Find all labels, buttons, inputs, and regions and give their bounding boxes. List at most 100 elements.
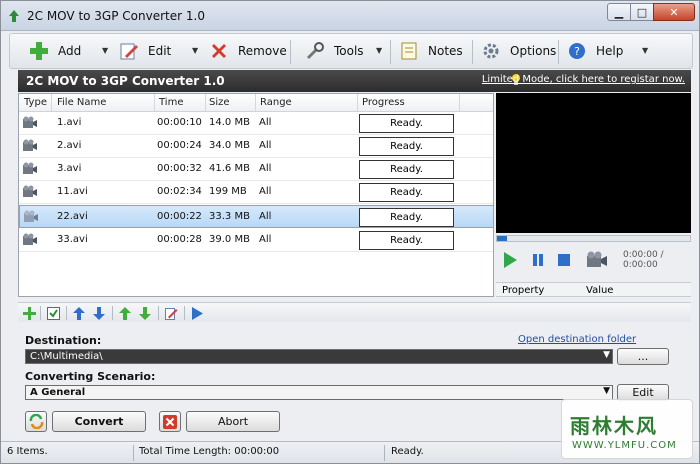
toolbar-separator	[558, 40, 559, 64]
video-file-icon	[23, 185, 37, 197]
edit-file-button[interactable]	[164, 306, 178, 320]
column-divider	[154, 94, 155, 112]
add-icon	[28, 40, 50, 62]
edit-icon	[118, 40, 140, 62]
remove-button[interactable]: Remove	[208, 36, 287, 66]
stop-button[interactable]	[555, 251, 573, 269]
add-dropdown-icon[interactable]: ▼	[102, 46, 108, 55]
toolbar-separator	[112, 306, 113, 320]
chevron-down-icon[interactable]: ▼	[603, 350, 610, 360]
move-top-button[interactable]	[72, 306, 86, 320]
column-header-progress[interactable]: Progress	[362, 97, 405, 108]
column-header-file-name[interactable]: File Name	[57, 97, 106, 108]
file-time: 00:00:24	[157, 140, 202, 151]
list-toolbar	[18, 302, 691, 322]
file-range: All	[259, 117, 272, 128]
tools-button[interactable]: Tools ▼	[304, 36, 382, 66]
toolbar-separator	[390, 40, 391, 64]
video-file-icon	[23, 139, 37, 151]
abort-button[interactable]: Abort	[186, 411, 280, 432]
toolbar-separator	[66, 306, 67, 320]
table-row[interactable]: 33.avi 00:00:28 39.0 MB All Ready.	[19, 229, 493, 252]
help-dropdown-icon[interactable]: ▼	[642, 46, 648, 55]
scenario-combo[interactable]: A General ▼	[25, 385, 613, 400]
add-file-button[interactable]	[22, 306, 36, 320]
move-bottom-button[interactable]	[92, 306, 106, 320]
file-size: 33.3 MB	[209, 211, 250, 222]
help-label: Help	[596, 44, 624, 58]
table-header: Type File Name Time Size Range Progress	[19, 94, 493, 112]
arrow-up-green-icon	[119, 306, 131, 320]
edit-button[interactable]: Edit ▼	[118, 36, 198, 66]
column-header-range[interactable]: Range	[260, 97, 292, 108]
toolbar-separator	[472, 40, 473, 64]
video-file-icon	[24, 210, 38, 222]
table-row-selected[interactable]: 22.avi 00:00:22 33.3 MB All Ready.	[19, 205, 493, 228]
open-destination-link[interactable]: Open destination folder	[518, 334, 636, 345]
convert-button[interactable]: Convert	[52, 411, 146, 432]
file-name: 1.avi	[57, 117, 82, 128]
table-row[interactable]: 2.avi 00:00:24 34.0 MB All Ready.	[19, 135, 493, 158]
minimize-button[interactable]: ▁	[607, 3, 631, 21]
file-range: All	[259, 140, 272, 151]
notes-button[interactable]: Notes	[398, 36, 463, 66]
video-camera-icon	[587, 251, 607, 267]
pause-button[interactable]	[529, 251, 547, 269]
watermark-url: WWW.YLMFU.COM	[572, 440, 677, 451]
maximize-button[interactable]: □	[630, 3, 654, 21]
file-range: All	[259, 186, 272, 197]
column-header-size[interactable]: Size	[209, 97, 230, 108]
file-name: 33.avi	[57, 234, 88, 245]
play-file-button[interactable]	[190, 306, 204, 320]
column-divider	[255, 94, 256, 112]
stop-icon	[558, 254, 570, 266]
app-window: 2C MOV to 3GP Converter 1.0 ▁ □ ✕ Add ▼ …	[0, 0, 700, 464]
progress-cell: Ready.	[359, 208, 454, 227]
column-header-type[interactable]: Type	[24, 97, 47, 108]
status-state: Ready.	[391, 446, 424, 457]
play-button[interactable]	[501, 251, 519, 269]
column-divider	[51, 94, 52, 112]
progress-cell: Ready.	[359, 137, 454, 156]
column-divider	[459, 94, 460, 112]
file-size: 41.6 MB	[209, 163, 250, 174]
file-time: 00:00:32	[157, 163, 202, 174]
register-link[interactable]: Limited Mode, click here to registar now…	[482, 74, 685, 85]
abort-icon-button[interactable]	[159, 411, 181, 432]
toolbar-separator	[290, 40, 291, 64]
column-header-time[interactable]: Time	[159, 97, 183, 108]
browse-button[interactable]: ...	[617, 348, 669, 365]
close-button[interactable]: ✕	[653, 3, 695, 21]
table-row[interactable]: 1.avi 00:00:10 14.0 MB All Ready.	[19, 112, 493, 135]
tools-label: Tools	[334, 44, 364, 58]
check-all-button[interactable]	[46, 306, 60, 320]
edit-dropdown-icon[interactable]: ▼	[192, 46, 198, 55]
progress-cell: Ready.	[359, 160, 454, 179]
snapshot-button[interactable]	[586, 249, 608, 271]
tools-dropdown-icon[interactable]: ▼	[376, 46, 382, 55]
move-up-button[interactable]	[118, 306, 132, 320]
help-icon: ?	[566, 40, 588, 62]
file-time: 00:00:10	[157, 117, 202, 128]
status-items: 6 Items.	[7, 446, 48, 457]
value-column-header: Value	[586, 285, 614, 296]
edit-icon	[164, 307, 177, 320]
arrow-down-icon	[93, 306, 105, 320]
add-button[interactable]: Add ▼	[28, 36, 108, 66]
convert-icon-button[interactable]	[25, 411, 47, 432]
table-row[interactable]: 3.avi 00:00:32 41.6 MB All Ready.	[19, 158, 493, 181]
checkbox-icon	[46, 306, 60, 320]
seek-bar[interactable]	[496, 235, 691, 242]
table-row[interactable]: 11.avi 00:02:34 199 MB All Ready.	[19, 181, 493, 204]
file-size: 39.0 MB	[209, 234, 250, 245]
play-icon	[504, 252, 517, 268]
file-table: Type File Name Time Size Range Progress …	[18, 93, 494, 297]
remove-label: Remove	[238, 44, 287, 58]
remove-icon	[208, 40, 230, 62]
chevron-down-icon[interactable]: ▼	[603, 386, 610, 396]
destination-combo[interactable]: C:\Multimedia\ ▼	[25, 349, 613, 364]
watermark-title: 雨林木风	[570, 414, 658, 438]
move-down-button[interactable]	[138, 306, 152, 320]
help-button[interactable]: ? Help ▼	[566, 36, 648, 66]
options-button[interactable]: Options	[480, 36, 556, 66]
